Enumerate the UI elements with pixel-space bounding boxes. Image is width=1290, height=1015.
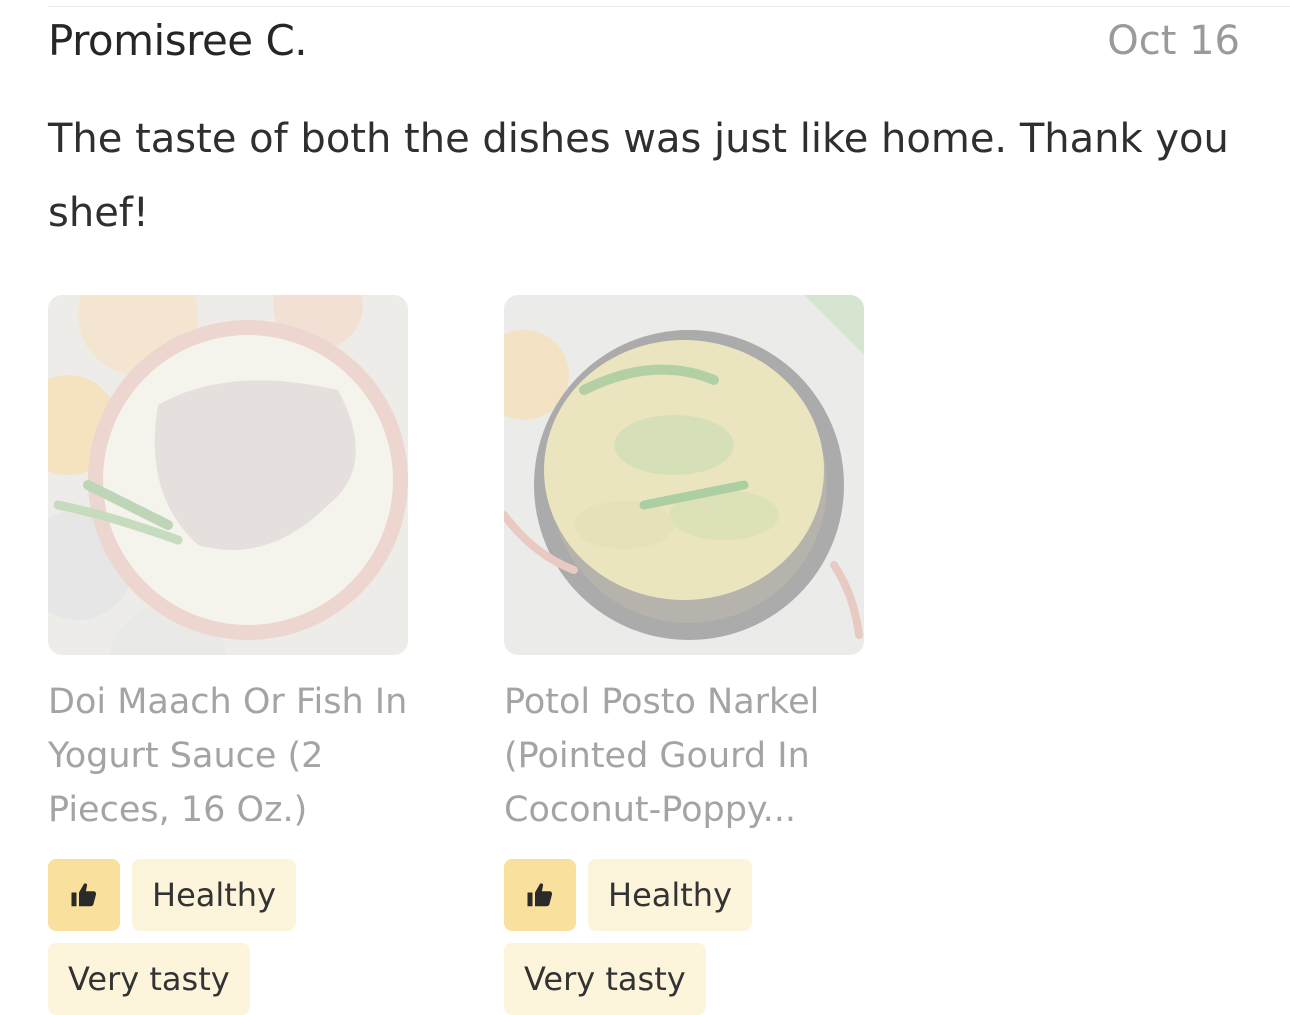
thumbs-up-tag xyxy=(48,859,120,931)
dish-name[interactable]: Potol Posto Narkel (Pointed Gourd In Coc… xyxy=(504,675,864,837)
review-date: Oct 16 xyxy=(1107,18,1240,64)
tag-healthy: Healthy xyxy=(588,859,753,931)
reviewer-name: Promisree C. xyxy=(48,16,308,65)
thumbs-up-icon xyxy=(71,883,96,907)
dish-name[interactable]: Doi Maach Or Fish In Yogurt Sauce (2 Pie… xyxy=(48,675,408,837)
tag-very-tasty: Very tasty xyxy=(504,943,706,1015)
dish-card[interactable]: Doi Maach Or Fish In Yogurt Sauce (2 Pie… xyxy=(48,295,408,1015)
tag-very-tasty: Very tasty xyxy=(48,943,250,1015)
tag-list: Healthy Very tasty xyxy=(504,859,804,1015)
thumbs-up-tag xyxy=(504,859,576,931)
review-text: The taste of both the dishes was just li… xyxy=(48,116,1229,236)
gourd-curry-photo[interactable] xyxy=(504,295,864,655)
fish-curry-photo[interactable] xyxy=(48,295,408,655)
dish-card[interactable]: Potol Posto Narkel (Pointed Gourd In Coc… xyxy=(504,295,864,1015)
thumbs-up-icon xyxy=(527,883,552,907)
tag-healthy: Healthy xyxy=(132,859,297,931)
tag-list: Healthy Very tasty xyxy=(48,859,348,1015)
top-divider xyxy=(48,6,1290,7)
